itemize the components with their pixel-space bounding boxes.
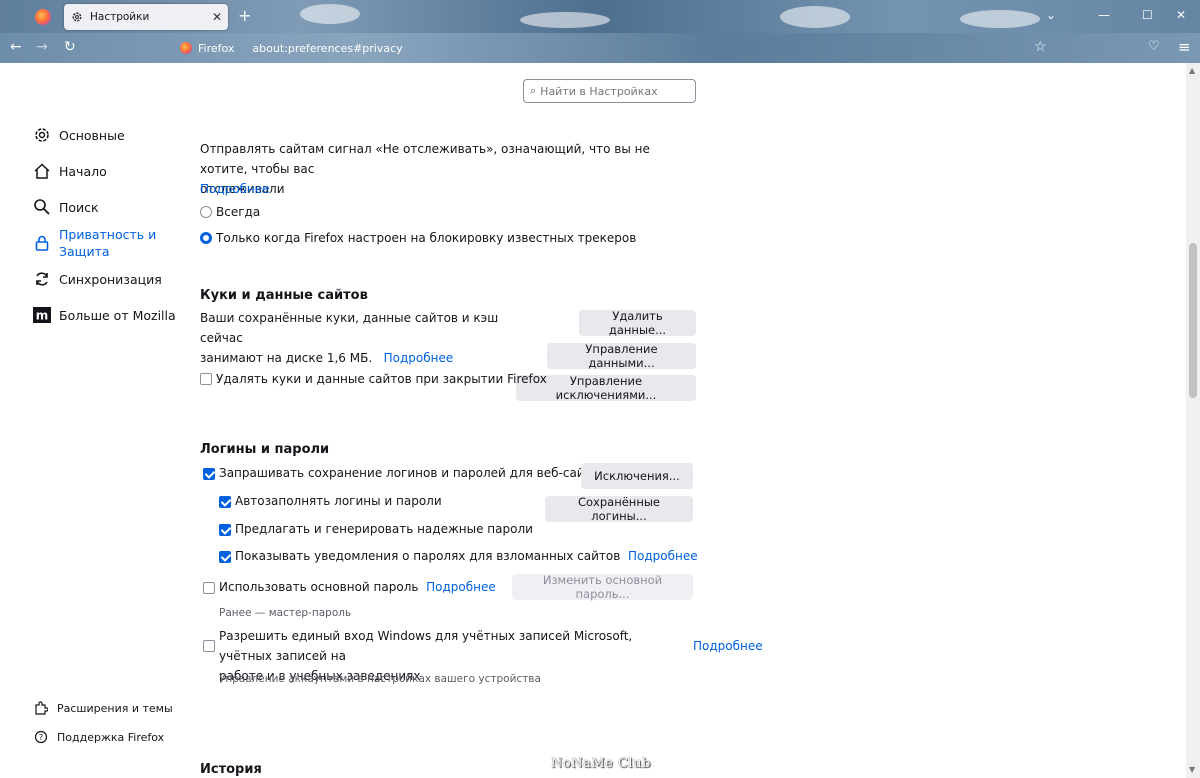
preferences-page: ⌕ Основные Начало Поиск Приватность и За… — [0, 63, 1186, 778]
windows-sso-learn-more-link[interactable]: Подробнее — [693, 636, 763, 656]
reload-icon[interactable]: ↻ — [64, 39, 76, 55]
help-icon: ? — [33, 729, 49, 745]
navigation-bar: ← → ↻ Firefox about:preferences#privacy … — [0, 33, 1200, 63]
dnt-only-when-blocking-radio[interactable] — [200, 232, 212, 244]
primary-password-learn-more-link[interactable]: Подробнее — [426, 580, 496, 594]
search-icon: ⌕ — [530, 84, 537, 97]
tab-settings[interactable]: Настройки ✕ — [64, 4, 228, 30]
sidebar-item-label: Начало — [59, 163, 107, 179]
sidebar-item-more-from-mozilla[interactable]: m Больше от Mozilla — [33, 306, 176, 324]
back-arrow-icon[interactable]: ← — [10, 39, 22, 55]
change-primary-password-button[interactable]: Изменить основной пароль... — [512, 573, 693, 601]
window-close-icon[interactable]: ✕ — [1176, 8, 1186, 22]
logins-exceptions-button[interactable]: Исключения... — [581, 463, 693, 489]
svg-text:?: ? — [39, 733, 43, 742]
svg-text:m: m — [36, 309, 49, 323]
sidebar-item-label: Поиск — [59, 199, 99, 215]
dnt-learn-more-link[interactable]: Подробнее — [200, 179, 270, 199]
watermark: NoNaMe Club — [551, 756, 651, 771]
dnt-always-radio[interactable] — [200, 206, 212, 218]
lock-icon — [33, 234, 51, 252]
cookies-heading: Куки и данные сайтов — [200, 288, 368, 303]
breach-alerts-checkbox[interactable] — [219, 551, 231, 563]
background-decoration — [300, 4, 360, 24]
cookies-learn-more-link[interactable]: Подробнее — [384, 351, 454, 365]
logins-heading: Логины и пароли — [200, 442, 330, 457]
primary-password-row: Использовать основной пароль Подробнее — [219, 577, 496, 597]
background-decoration — [780, 6, 850, 28]
url-bar[interactable]: Firefox about:preferences#privacy — [176, 37, 1046, 59]
background-decoration — [960, 10, 1040, 28]
breach-alerts-label: Показывать уведомления о паролях для взл… — [235, 549, 621, 563]
scroll-up-arrow-icon[interactable]: ▲ — [1189, 66, 1195, 75]
ask-save-logins-checkbox[interactable] — [203, 468, 215, 480]
sidebar-item-home[interactable]: Начало — [33, 162, 107, 180]
sidebar-firefox-support[interactable]: ? Поддержка Firefox — [33, 729, 164, 745]
sidebar-item-privacy[interactable]: Приватность и Защита — [33, 226, 159, 260]
home-icon — [33, 162, 51, 180]
autofill-logins-checkbox[interactable] — [219, 496, 231, 508]
tab-title: Настройки — [90, 11, 150, 23]
gear-icon — [33, 126, 51, 144]
puzzle-icon — [33, 700, 49, 716]
autofill-logins-label: Автозаполнять логины и пароли — [235, 494, 442, 508]
minimize-icon[interactable]: — — [1098, 8, 1110, 22]
dnt-description: Отправлять сайтам сигнал «Не отслеживать… — [200, 142, 650, 196]
search-icon — [33, 198, 51, 216]
close-icon[interactable]: ✕ — [212, 10, 222, 24]
sidebar-item-label: Синхронизация — [59, 271, 162, 287]
breach-alerts-row: Показывать уведомления о паролях для взл… — [235, 546, 698, 566]
url-text[interactable]: about:preferences#privacy — [252, 42, 402, 55]
windows-sso-checkbox[interactable] — [203, 640, 215, 652]
suggest-passwords-label: Предлагать и генерировать надежные парол… — [235, 522, 533, 536]
dnt-only-label: Только когда Firefox настроен на блокиро… — [216, 231, 637, 245]
maximize-icon[interactable]: ☐ — [1142, 8, 1153, 22]
scrollbar-thumb[interactable] — [1189, 243, 1197, 398]
firefox-identity-icon — [180, 42, 192, 54]
scroll-down-arrow-icon[interactable]: ▼ — [1189, 765, 1195, 774]
page-scrollbar[interactable]: ▲ ▼ — [1186, 63, 1200, 778]
chevron-down-icon[interactable]: ⌄ — [1046, 8, 1056, 22]
history-heading: История — [200, 762, 262, 777]
sidebar-item-label: Больше от Mozilla — [59, 307, 176, 323]
primary-password-note: Ранее — мастер-пароль — [219, 607, 352, 619]
delete-cookies-on-close-checkbox[interactable] — [200, 373, 212, 385]
mozilla-icon: m — [33, 306, 51, 324]
sidebar-extensions-themes[interactable]: Расширения и темы — [33, 700, 173, 716]
identity-label: Firefox — [198, 41, 235, 55]
sidebar-item-sync[interactable]: Синхронизация — [33, 270, 162, 288]
title-bar: Настройки ✕ + ⌄ — ☐ ✕ — [0, 0, 1200, 33]
suggest-passwords-checkbox[interactable] — [219, 524, 231, 536]
firefox-logo-icon[interactable] — [35, 9, 51, 25]
sidebar-item-label: Основные — [59, 127, 125, 143]
settings-search[interactable]: ⌕ — [523, 79, 696, 103]
sync-icon — [33, 270, 51, 288]
sidebar-footer-label: Поддержка Firefox — [57, 730, 165, 744]
breach-learn-more-link[interactable]: Подробнее — [628, 549, 698, 563]
clear-data-button[interactable]: Удалить данные... — [579, 309, 696, 337]
bookmark-star-icon[interactable]: ☆ — [1034, 39, 1047, 55]
sidebar-item-general[interactable]: Основные — [33, 126, 125, 144]
primary-password-checkbox[interactable] — [203, 582, 215, 594]
sidebar-footer-label: Расширения и темы — [57, 701, 173, 715]
forward-arrow-icon[interactable]: → — [36, 39, 48, 55]
manage-data-button[interactable]: Управление данными... — [547, 342, 696, 370]
hamburger-menu-icon[interactable]: ≡ — [1178, 38, 1191, 56]
pocket-icon[interactable]: ♡ — [1148, 39, 1160, 54]
ask-save-logins-label: Запрашивать сохранение логинов и паролей… — [219, 466, 606, 480]
delete-cookies-on-close-label: Удалять куки и данные сайтов при закрыти… — [216, 372, 547, 386]
dnt-always-label: Всегда — [216, 205, 261, 219]
sidebar-item-label: Приватность и Защита — [59, 227, 157, 259]
saved-logins-button[interactable]: Сохранённые логины... — [545, 495, 693, 523]
cookies-description: Ваши сохранённые куки, данные сайтов и к… — [200, 311, 499, 365]
sidebar-item-search[interactable]: Поиск — [33, 198, 99, 216]
windows-sso-note: Управление аккаунтами в настройках вашег… — [219, 673, 541, 685]
primary-password-label: Использовать основной пароль — [219, 580, 419, 594]
new-tab-button[interactable]: + — [238, 7, 251, 25]
gear-icon — [70, 10, 84, 24]
search-input[interactable] — [540, 84, 681, 98]
background-decoration — [520, 12, 610, 28]
